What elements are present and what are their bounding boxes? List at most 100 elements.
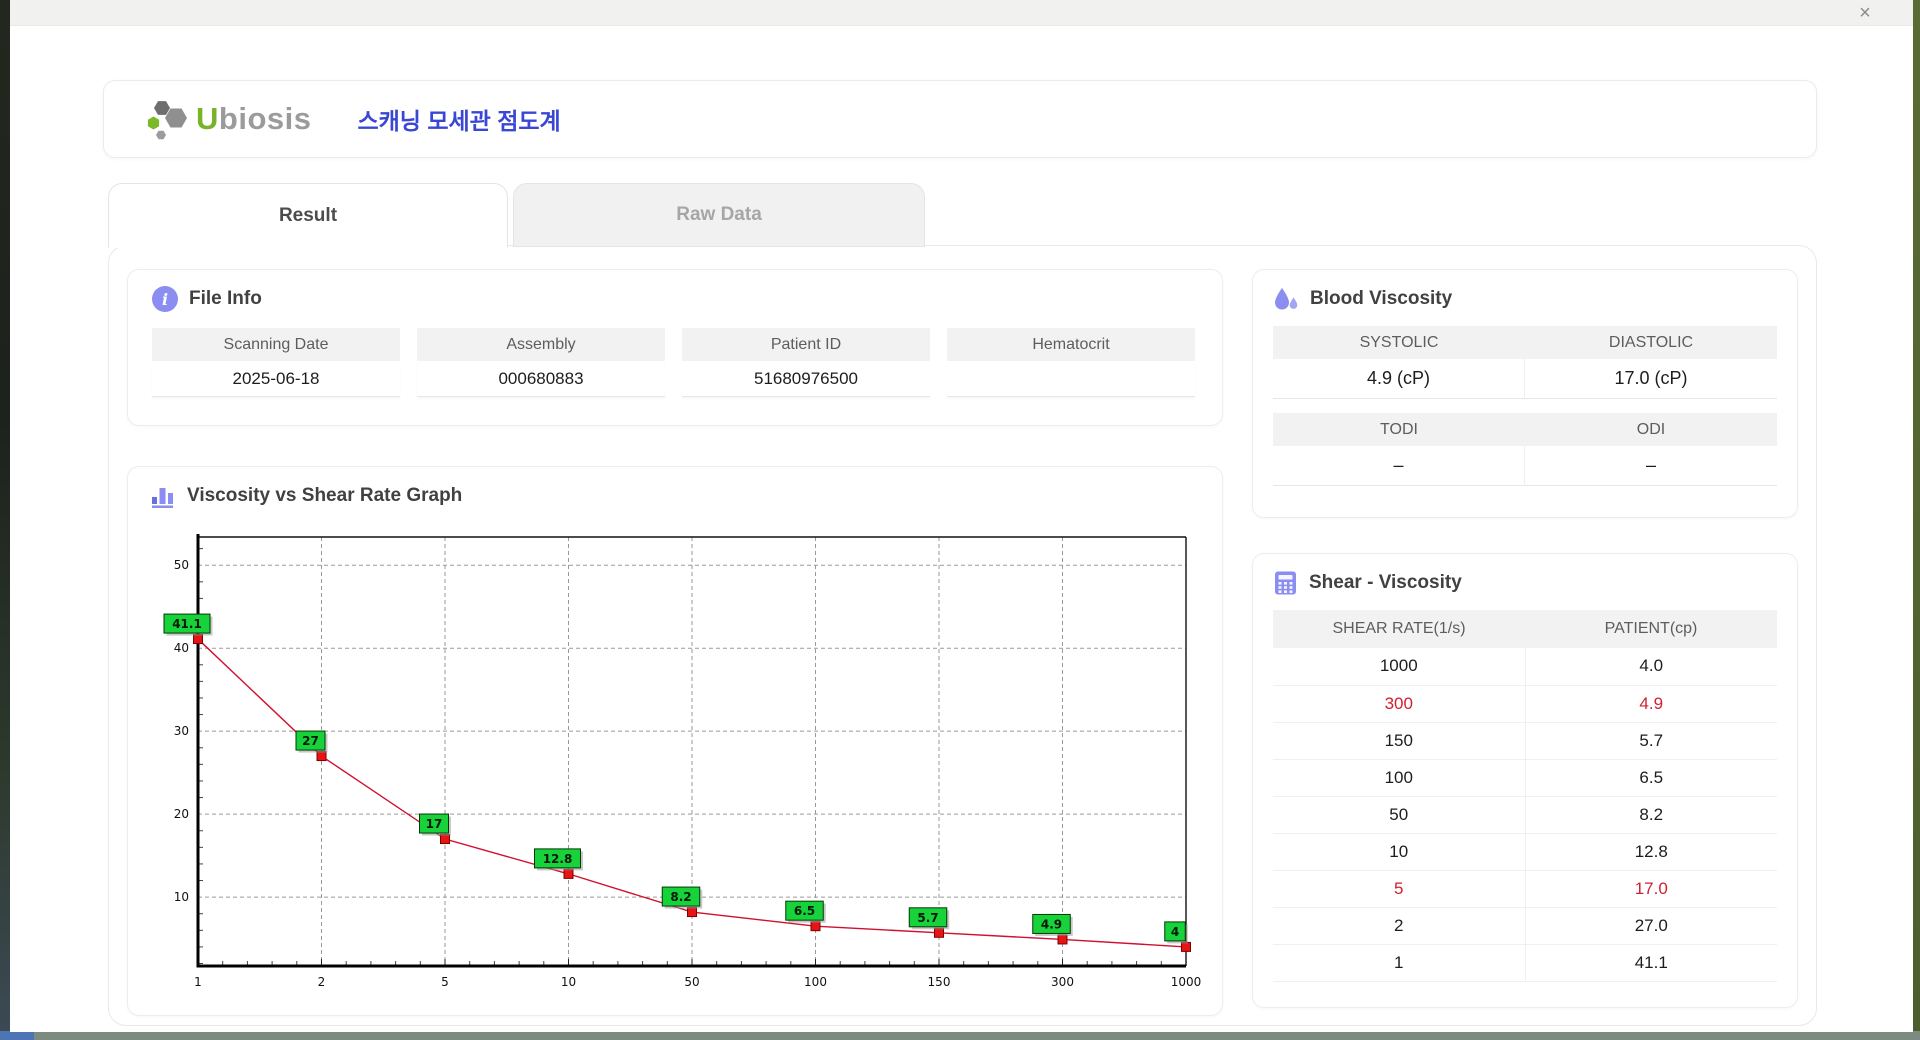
bv-header: DIASTOLIC [1525, 326, 1777, 359]
shear-viscosity-table: SHEAR RATE(1/s) PATIENT(cp) 1000 4.0 300 4.… [1273, 610, 1777, 982]
file-info-fields: Scanning Date 2025-06-18 Assembly 000680883… [152, 328, 1198, 397]
blood-drop-icon [1275, 288, 1298, 310]
file-info-field-hematocrit: Hematocrit [947, 328, 1195, 397]
bv-header: ODI [1525, 413, 1777, 446]
shear-viscosity-row: 300 4.9 [1273, 685, 1777, 723]
app-title: 스캐닝 모세관 점도계 [357, 108, 561, 134]
close-button[interactable]: × [1852, 2, 1878, 24]
patient-viscosity-cell: 17.0 [1525, 870, 1777, 908]
taskbar-strip [0, 1031, 1920, 1040]
shear-viscosity-row: 100 6.5 [1273, 759, 1777, 797]
patient-col-header: PATIENT(cp) [1525, 610, 1777, 648]
shear-rate-cell: 1 [1273, 944, 1526, 982]
app-window: Ubiosis 스캐닝 모세관 점도계 Result Raw Data i Fi… [10, 26, 1913, 1032]
bv-header: SYSTOLIC [1273, 326, 1525, 359]
patient-viscosity-cell: 4.9 [1525, 685, 1777, 723]
shear-rate-cell: 300 [1273, 685, 1526, 723]
patient-viscosity-cell: 12.8 [1525, 833, 1777, 871]
svg-text:8.2: 8.2 [670, 890, 691, 904]
field-value: 2025-06-18 [152, 361, 400, 397]
graph-card: Viscosity vs Shear Rate Graph 10 20 30 40 50… [127, 466, 1223, 1016]
svg-text:41.1: 41.1 [172, 617, 202, 631]
file-info-field-assembly: Assembly 000680883 [417, 328, 665, 397]
svg-text:300: 300 [1051, 975, 1074, 989]
svg-text:5: 5 [441, 975, 449, 989]
field-label: Hematocrit [947, 328, 1195, 361]
tab-raw-data[interactable]: Raw Data [513, 183, 925, 247]
desktop-edge-left [0, 0, 10, 1040]
blood-viscosity-table: SYSTOLIC DIASTOLIC 4.9 (cP) 17.0 (cP) TODI OD… [1273, 326, 1777, 486]
shear-viscosity-row: 1 41.1 [1273, 944, 1777, 982]
svg-text:50: 50 [684, 975, 699, 989]
svg-text:150: 150 [928, 975, 951, 989]
bv-value: 17.0 (cP) [1525, 359, 1777, 399]
bv-header: TODI [1273, 413, 1525, 446]
file-info-card: i File Info Scanning Date 2025-06-18 Assem… [127, 269, 1223, 426]
svg-text:4: 4 [1171, 925, 1179, 939]
svg-text:17: 17 [426, 817, 443, 831]
shear-rate-cell: 150 [1273, 722, 1526, 760]
field-value [947, 361, 1195, 397]
shear-viscosity-row: 50 8.2 [1273, 796, 1777, 834]
ubiosis-logo: Ubiosis [146, 97, 311, 141]
blood-viscosity-title: Blood Viscosity [1310, 288, 1453, 309]
patient-viscosity-cell: 6.5 [1525, 759, 1777, 797]
svg-text:40: 40 [174, 641, 189, 655]
patient-viscosity-cell: 8.2 [1525, 796, 1777, 834]
shear-rate-cell: 100 [1273, 759, 1526, 797]
svg-text:2: 2 [318, 975, 326, 989]
info-icon: i [152, 286, 178, 312]
bv-value: – [1273, 446, 1525, 486]
shear-rate-cell: 1000 [1273, 648, 1526, 686]
field-value: 51680976500 [682, 361, 930, 397]
tab-bar: Result Raw Data [108, 183, 925, 248]
svg-text:12.8: 12.8 [543, 852, 573, 866]
bv-value: – [1525, 446, 1777, 486]
bv-value: 4.9 (cP) [1273, 359, 1525, 399]
shear-viscosity-title: Shear - Viscosity [1309, 572, 1462, 593]
shear-rate-cell: 10 [1273, 833, 1526, 871]
shear-viscosity-card: Shear - Viscosity SHEAR RATE(1/s) PATIEN… [1252, 553, 1798, 1008]
svg-text:27: 27 [302, 734, 319, 748]
calculator-icon [1275, 571, 1296, 595]
field-label: Patient ID [682, 328, 930, 361]
shear-rate-cell: 2 [1273, 907, 1526, 945]
shear-viscosity-row: 1000 4.0 [1273, 648, 1777, 686]
svg-text:10: 10 [174, 890, 189, 904]
shear-viscosity-row: 150 5.7 [1273, 722, 1777, 760]
svg-text:4.9: 4.9 [1041, 917, 1062, 931]
shear-rate-cell: 5 [1273, 870, 1526, 908]
patient-viscosity-cell: 41.1 [1525, 944, 1777, 982]
result-panel: i File Info Scanning Date 2025-06-18 Assem… [108, 245, 1817, 1026]
logo-wordmark: Ubiosis [196, 101, 312, 136]
patient-viscosity-cell: 27.0 [1525, 907, 1777, 945]
shear-rate-cell: 50 [1273, 796, 1526, 834]
svg-text:20: 20 [174, 807, 189, 821]
app-header: Ubiosis 스캐닝 모세관 점도계 [103, 80, 1817, 158]
file-info-field-patient-id: Patient ID 51680976500 [682, 328, 930, 397]
window-titlebar: × [10, 0, 1913, 26]
svg-text:50: 50 [174, 558, 189, 572]
patient-viscosity-cell: 4.0 [1525, 648, 1777, 686]
svg-text:5.7: 5.7 [917, 911, 938, 925]
tab-result[interactable]: Result [108, 183, 508, 248]
svg-text:30: 30 [174, 724, 189, 738]
file-info-field-scanning-date: Scanning Date 2025-06-18 [152, 328, 400, 397]
shear-col-header: SHEAR RATE(1/s) [1273, 610, 1525, 648]
shear-viscosity-row: 2 27.0 [1273, 907, 1777, 945]
field-value: 000680883 [417, 361, 665, 397]
field-label: Scanning Date [152, 328, 400, 361]
shear-viscosity-row: 5 17.0 [1273, 870, 1777, 908]
ubiosis-logo-icon [147, 101, 187, 140]
svg-text:1: 1 [194, 975, 202, 989]
viscosity-shear-chart: 10 20 30 40 50 1 2 5 10 50 100 150 300 1000 41.1 27 17 12… [163, 534, 1201, 989]
patient-viscosity-cell: 5.7 [1525, 722, 1777, 760]
svg-text:10: 10 [561, 975, 576, 989]
file-info-title: File Info [189, 288, 262, 309]
svg-text:6.5: 6.5 [794, 904, 815, 918]
taskbar-accent [0, 1031, 34, 1040]
shear-viscosity-row: 10 12.8 [1273, 833, 1777, 871]
field-label: Assembly [417, 328, 665, 361]
blood-viscosity-card: Blood Viscosity SYSTOLIC DIASTOLIC 4.9 (cP… [1252, 269, 1798, 518]
desktop-edge-right [1913, 0, 1920, 1040]
